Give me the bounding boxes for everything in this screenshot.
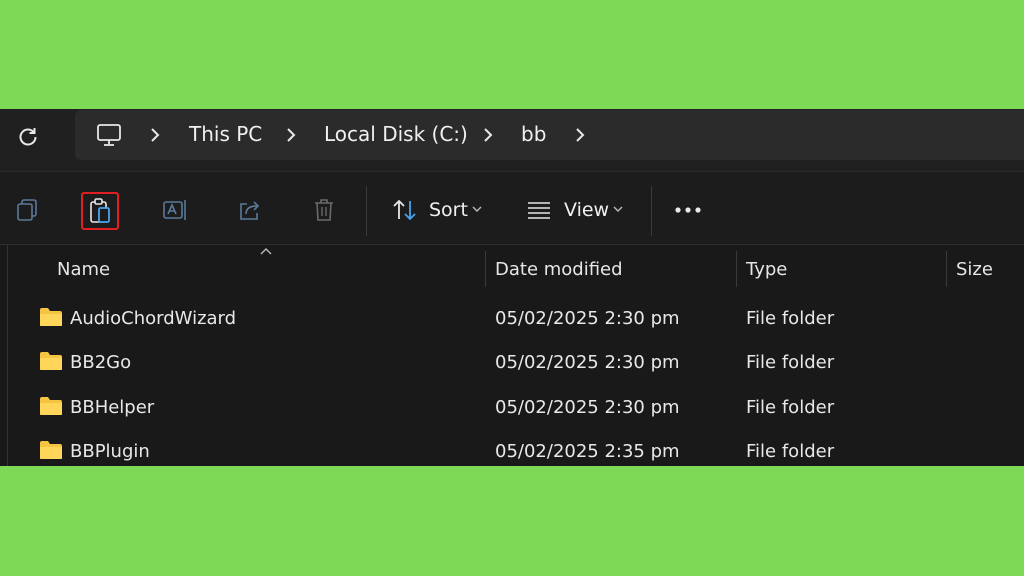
file-date-modified: 05/02/2025 2:30 pm — [495, 397, 680, 418]
column-resize-handle[interactable] — [946, 251, 947, 287]
this-pc-icon[interactable] — [96, 122, 122, 148]
address-row: This PC Local Disk (C:) bb — [0, 109, 1024, 171]
chevron-right-icon[interactable] — [284, 125, 298, 145]
toolbar-separator — [651, 186, 652, 236]
file-name: BBHelper — [70, 397, 155, 418]
file-row[interactable]: BB2Go 05/02/2025 2:30 pm File folder — [0, 341, 1024, 385]
refresh-button[interactable] — [14, 123, 42, 151]
chevron-right-icon[interactable] — [148, 125, 162, 145]
refresh-icon — [19, 128, 37, 146]
column-header-name[interactable]: Name — [57, 259, 110, 280]
folder-icon — [40, 441, 62, 459]
file-row[interactable]: BBHelper 05/02/2025 2:30 pm File folder — [0, 386, 1024, 430]
view-label: View — [564, 199, 610, 221]
copy-button[interactable] — [9, 192, 45, 228]
chevron-right-icon[interactable] — [481, 125, 495, 145]
file-row[interactable]: BBPlugin 05/02/2025 2:35 pm File folder — [0, 430, 1024, 466]
copy-icon — [17, 199, 37, 221]
sort-button[interactable]: Sort — [388, 190, 488, 230]
paste-button[interactable] — [81, 192, 119, 230]
trash-icon — [315, 199, 333, 221]
column-resize-handle[interactable] — [485, 251, 486, 287]
file-type: File folder — [746, 397, 835, 418]
paste-icon — [90, 198, 110, 223]
sort-ascending-icon — [260, 248, 272, 255]
sort-icon — [393, 199, 416, 221]
view-icon — [528, 202, 550, 219]
sort-label: Sort — [429, 199, 468, 221]
file-date-modified: 05/02/2025 2:35 pm — [495, 441, 680, 462]
address-bar[interactable]: This PC Local Disk (C:) bb — [75, 110, 1024, 160]
column-header-row: Name Date modified Type Size — [0, 244, 1024, 293]
rename-button[interactable] — [157, 192, 193, 228]
file-date-modified: 05/02/2025 2:30 pm — [495, 308, 680, 329]
file-date-modified: 05/02/2025 2:30 pm — [495, 352, 680, 373]
command-bar: Sort View — [0, 171, 1024, 245]
file-type: File folder — [746, 352, 835, 373]
column-header-type[interactable]: Type — [746, 259, 787, 280]
view-button[interactable]: View — [524, 190, 628, 230]
breadcrumb-bb[interactable]: bb — [521, 122, 546, 146]
rename-icon — [163, 200, 186, 220]
folder-icon — [40, 397, 62, 415]
file-name: BB2Go — [70, 352, 132, 373]
file-explorer-window: This PC Local Disk (C:) bb Sort View Nam… — [0, 109, 1024, 466]
column-header-date-modified[interactable]: Date modified — [495, 259, 623, 280]
column-resize-handle[interactable] — [736, 251, 737, 287]
more-options-button[interactable] — [670, 192, 706, 228]
file-row[interactable]: AudioChordWizard 05/02/2025 2:30 pm File… — [0, 297, 1024, 341]
chevron-down-icon — [613, 206, 623, 212]
column-header-size[interactable]: Size — [956, 259, 993, 280]
share-icon — [240, 201, 260, 220]
more-icon — [675, 207, 701, 213]
file-name: BBPlugin — [70, 441, 150, 462]
file-name: AudioChordWizard — [70, 308, 237, 329]
chevron-right-icon[interactable] — [573, 125, 587, 145]
file-type: File folder — [746, 308, 835, 329]
share-button[interactable] — [232, 192, 268, 228]
toolbar-separator — [366, 186, 367, 236]
file-type: File folder — [746, 441, 835, 462]
breadcrumb-this-pc[interactable]: This PC — [189, 122, 262, 146]
chevron-down-icon — [472, 206, 482, 212]
breadcrumb-local-disk[interactable]: Local Disk (C:) — [324, 122, 468, 146]
folder-icon — [40, 308, 62, 326]
delete-button[interactable] — [306, 192, 342, 228]
folder-icon — [40, 352, 62, 370]
